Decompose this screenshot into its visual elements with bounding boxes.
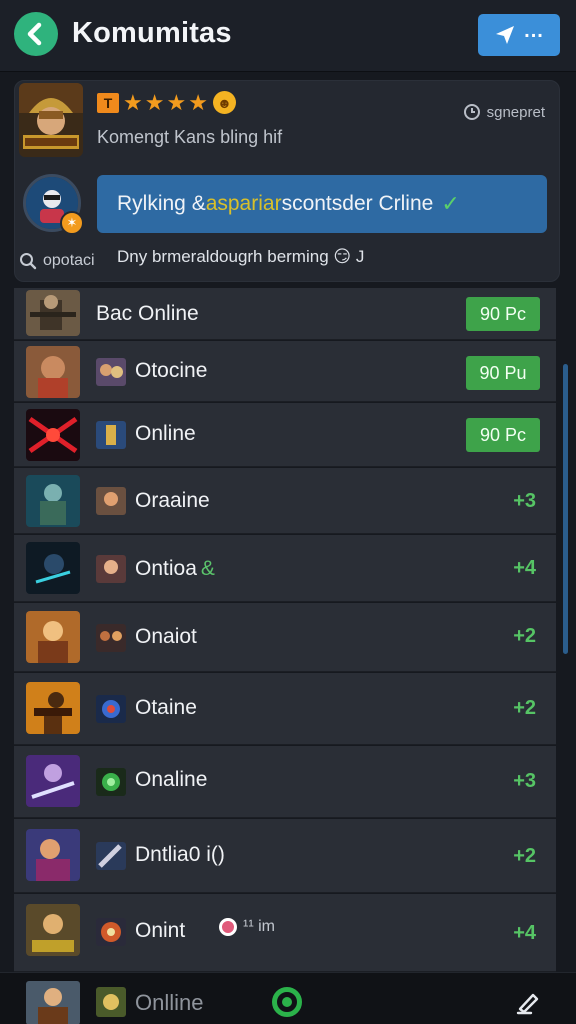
row-count: +2: [513, 697, 536, 719]
online-button[interactable]: 90 Pc: [466, 297, 540, 331]
game-thumbnail: [26, 829, 80, 881]
star-icon: ★: [166, 89, 187, 115]
star-icon: ★: [123, 89, 143, 115]
arrow-left-icon: [27, 22, 42, 46]
send-icon: [496, 26, 515, 44]
row-name: Dntlia0 i(): [135, 843, 225, 866]
row-count: +2: [513, 625, 536, 647]
row-count: +4: [513, 922, 536, 944]
row-name: Otocine: [135, 359, 208, 382]
row-name: Onaline: [135, 768, 208, 791]
row-name: Onint: [135, 919, 186, 942]
row-name: Onaiot: [135, 625, 197, 648]
search-option[interactable]: opotaci: [19, 252, 95, 270]
row-count: +4: [513, 557, 536, 579]
community-list: Bac Online 90 Pc Otocine 90 Pu Online 90…: [14, 288, 560, 972]
list-item[interactable]: Ontioa & +4: [14, 535, 556, 602]
star-icon: ★: [188, 89, 208, 115]
online-status-icon[interactable]: [272, 987, 302, 1017]
edit-icon[interactable]: [515, 989, 541, 1015]
back-button[interactable]: [14, 12, 58, 56]
emoji-icon: ☻: [212, 91, 236, 114]
list-item[interactable]: Otaine +2: [14, 673, 556, 745]
mini-icon: [96, 555, 126, 583]
star-icon: ★: [144, 89, 165, 115]
game-thumbnail: [26, 981, 80, 1024]
bottom-label: Onlline: [135, 990, 204, 1015]
mini-icon: [96, 421, 126, 449]
online-button[interactable]: 90 Pc: [466, 418, 540, 452]
online-button[interactable]: 90 Pu: [466, 356, 540, 390]
row-name: Ontioa &: [135, 557, 215, 580]
row-time: ¹¹ im: [219, 918, 275, 936]
list-item[interactable]: Otocine 90 Pu: [14, 341, 556, 402]
mini-icon: [96, 768, 126, 796]
mini-icon: [96, 918, 126, 946]
list-item[interactable]: Online 90 Pc: [14, 403, 556, 467]
mini-icon: [96, 842, 126, 870]
mini-icon: [96, 695, 126, 723]
top-bar: Komumitas ...: [0, 0, 576, 72]
mini-icon: [96, 358, 126, 386]
featured-card[interactable]: T ★ ★ ★ ★ ☻ sgnepret Komengt Kans bling …: [14, 80, 560, 282]
avatar-badge-icon: ✶: [60, 211, 84, 235]
list-item[interactable]: Dntlia0 i() +2: [14, 819, 556, 893]
rating-row: T ★ ★ ★ ★ ☻: [97, 91, 236, 114]
mini-icon: [96, 987, 126, 1017]
game-thumbnail: [26, 346, 80, 398]
game-thumbnail: [26, 904, 80, 956]
send-button[interactable]: ...: [478, 14, 560, 56]
list-item[interactable]: Onaline +3: [14, 746, 556, 818]
list-item[interactable]: Onint ¹¹ im +4: [14, 894, 556, 972]
row-name: Oraaine: [135, 489, 210, 512]
scrollbar[interactable]: [563, 364, 568, 654]
more-dots: ...: [524, 20, 544, 42]
game-thumbnail: [26, 682, 80, 734]
game-thumbnail: [26, 611, 80, 663]
game-thumbnail: [26, 290, 80, 336]
search-icon: [20, 253, 37, 270]
card-subtitle: Komengt Kans bling hif: [97, 127, 283, 147]
check-icon: ✓: [441, 191, 460, 216]
list-item[interactable]: Onaiot +2: [14, 603, 556, 672]
page-title: Komumitas: [72, 17, 232, 49]
time-label: sgnepret: [463, 103, 545, 121]
badge-icon: T: [97, 92, 119, 113]
list-item[interactable]: Oraaine +3: [14, 468, 556, 534]
game-thumbnail: [26, 542, 80, 594]
mini-icon: [96, 487, 126, 515]
game-cover-image: [19, 83, 83, 157]
game-thumbnail: [26, 409, 80, 461]
clock-icon: [463, 104, 480, 120]
row-count: +2: [513, 845, 536, 867]
card-description: Dny brmeraldougrh berming 😏 J: [117, 247, 365, 266]
list-item[interactable]: Bac Online 90 Pc: [14, 288, 556, 340]
row-count: +3: [513, 770, 536, 792]
game-thumbnail: [26, 755, 80, 807]
game-thumbnail: [26, 475, 80, 527]
record-icon: [219, 918, 237, 936]
row-name: Bac Online: [96, 302, 199, 325]
row-count: +3: [513, 490, 536, 512]
mini-icon: [96, 624, 126, 652]
highlight-banner[interactable]: Rylking & aspariar scontsder Crline ✓: [97, 175, 547, 233]
row-name: Online: [135, 422, 196, 445]
row-name: Otaine: [135, 696, 197, 719]
bottom-bar: Onlline: [0, 972, 576, 1024]
